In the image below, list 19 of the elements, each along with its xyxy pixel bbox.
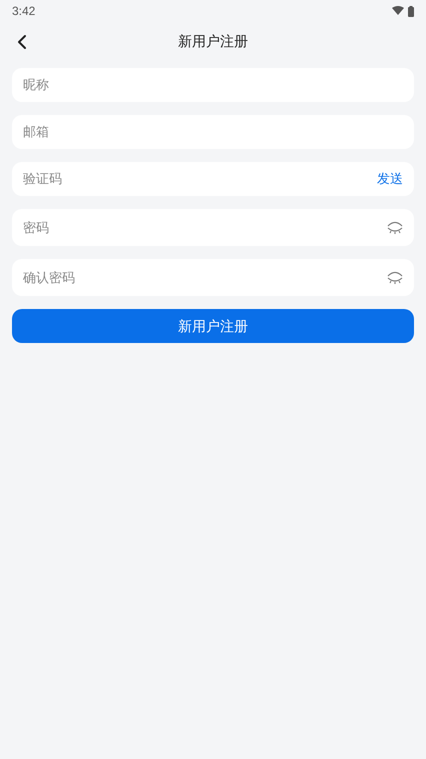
input-field[interactable]: 昵称 xyxy=(12,68,414,102)
input-field[interactable]: 确认密码 xyxy=(12,259,414,296)
input-field[interactable]: 验证码 发送 xyxy=(12,162,414,196)
text-input[interactable]: 密码 xyxy=(23,218,387,238)
battery-icon xyxy=(408,6,414,16)
register-button[interactable]: 新用户注册 xyxy=(12,309,414,343)
text-input[interactable]: 邮箱 xyxy=(23,122,403,142)
input-field[interactable]: 邮箱 xyxy=(12,115,414,149)
text-input[interactable]: 昵称 xyxy=(23,75,403,95)
page-title: 新用户注册 xyxy=(178,32,248,50)
send-code-link[interactable]: 发送 xyxy=(377,169,403,189)
status-time: 3:42 xyxy=(12,3,36,20)
text-input[interactable]: 确认密码 xyxy=(23,268,387,288)
closed-eye-icon[interactable] xyxy=(387,220,403,234)
back-icon xyxy=(17,34,27,50)
input-field[interactable]: 密码 xyxy=(12,209,414,246)
text-input[interactable]: 验证码 xyxy=(23,169,377,189)
wifi-icon xyxy=(392,6,404,16)
closed-eye-icon[interactable] xyxy=(387,270,403,284)
